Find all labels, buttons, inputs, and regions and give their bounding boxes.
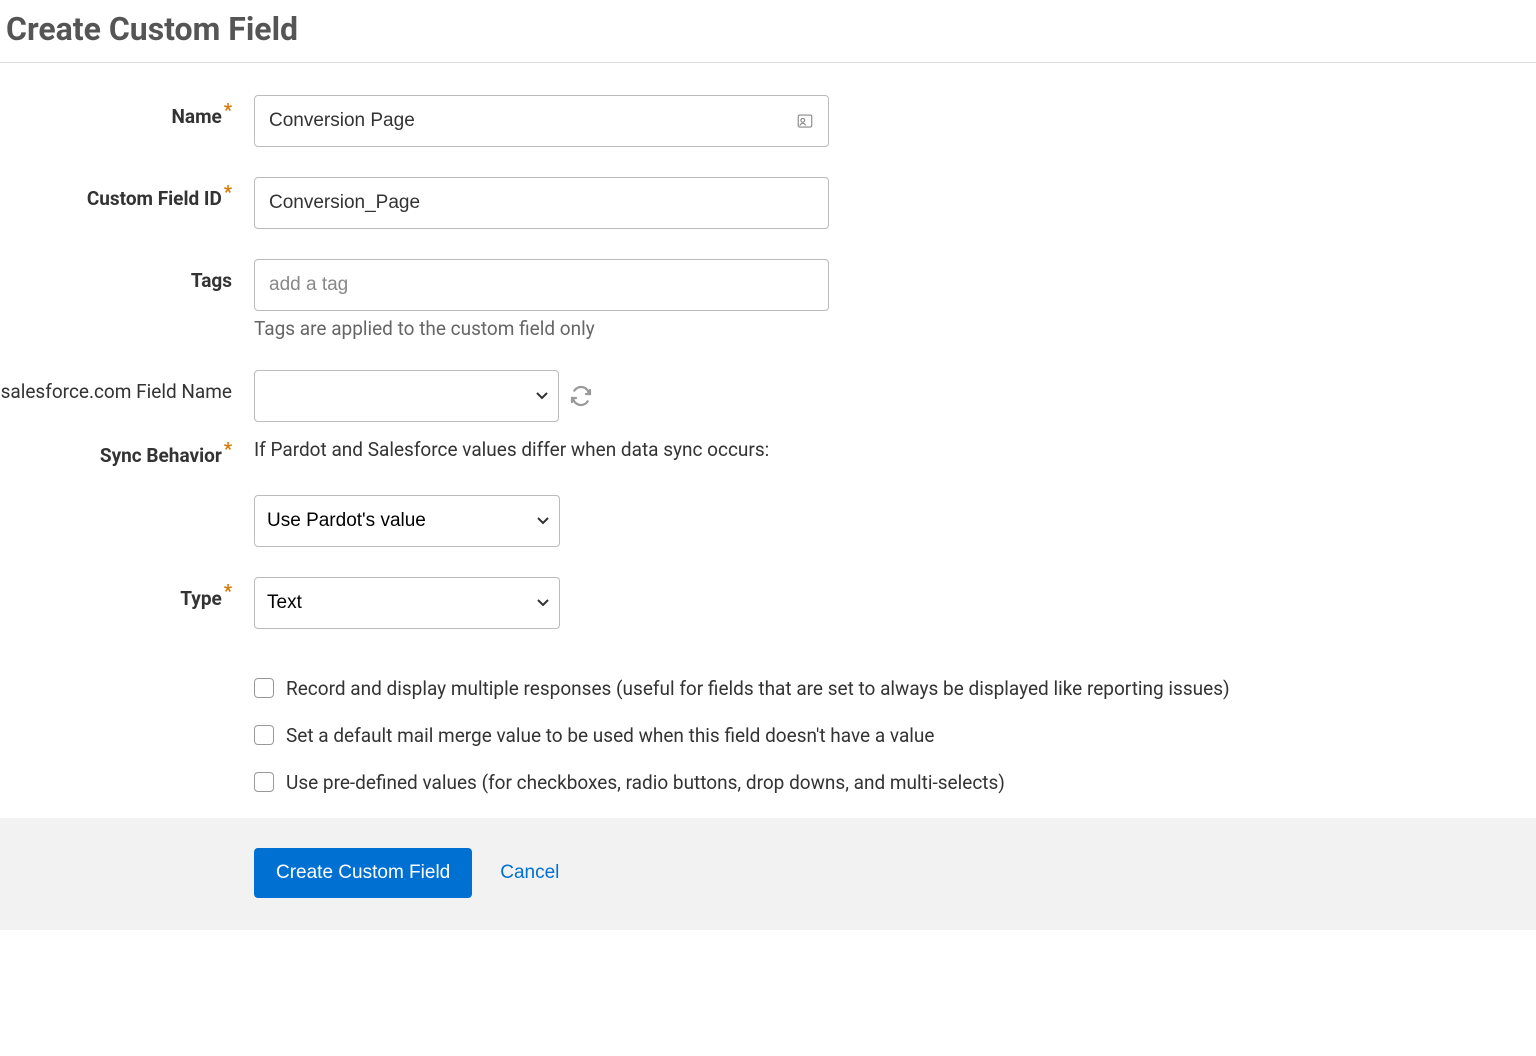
create-custom-field-button[interactable]: Create Custom Field: [254, 848, 472, 898]
sf-field-name-label: salesforce.com Field Name: [0, 370, 254, 405]
cancel-button[interactable]: Cancel: [500, 862, 559, 884]
tags-input[interactable]: [254, 259, 829, 311]
sync-behavior-label: Sync Behavior*: [0, 434, 254, 469]
predefined-values-label: Use pre-defined values (for checkboxes, …: [286, 771, 1005, 794]
default-mail-merge-label: Set a default mail merge value to be use…: [286, 724, 934, 747]
default-mail-merge-checkbox[interactable]: [254, 725, 274, 745]
predefined-values-checkbox[interactable]: [254, 772, 274, 792]
type-select[interactable]: Text: [254, 577, 560, 629]
multiple-responses-label: Record and display multiple responses (u…: [286, 677, 1230, 700]
multiple-responses-checkbox[interactable]: [254, 678, 274, 698]
sf-field-name-select[interactable]: [254, 370, 559, 422]
tags-label: Tags: [0, 259, 254, 294]
sync-behavior-select[interactable]: Use Pardot's value: [254, 495, 560, 547]
sync-behavior-description: If Pardot and Salesforce values differ w…: [254, 434, 1536, 461]
refresh-icon[interactable]: [569, 384, 593, 408]
page-title: Create Custom Field: [0, 0, 1536, 63]
custom-field-id-input[interactable]: [254, 177, 829, 229]
contact-card-icon: [795, 111, 815, 131]
type-label: Type*: [0, 577, 254, 612]
tags-help-text: Tags are applied to the custom field onl…: [254, 317, 1536, 340]
name-label: Name*: [0, 95, 254, 130]
custom-field-id-label: Custom Field ID*: [0, 177, 254, 212]
name-input[interactable]: [254, 95, 829, 147]
